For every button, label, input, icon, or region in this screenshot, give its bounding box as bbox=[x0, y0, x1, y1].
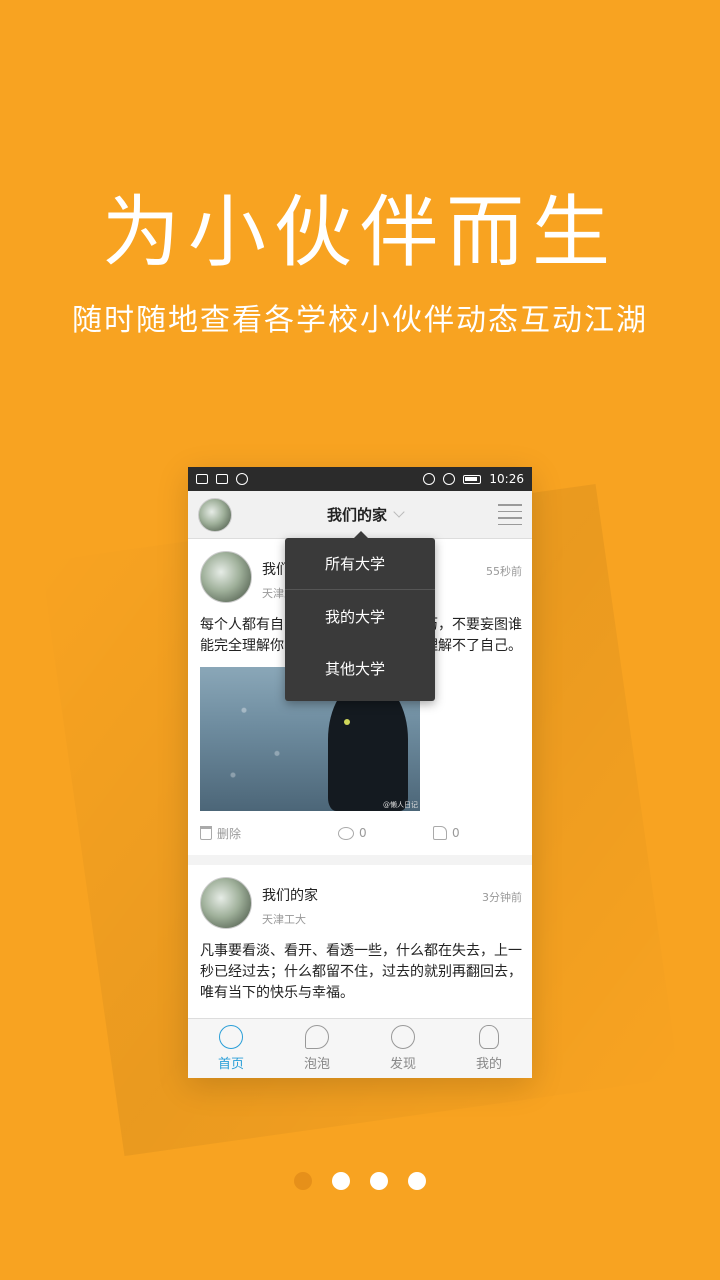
battery-icon bbox=[463, 474, 482, 484]
tab-discover[interactable]: 发现 bbox=[360, 1019, 446, 1078]
status-time: 10:26 bbox=[489, 472, 524, 486]
comment-count: 0 bbox=[359, 826, 367, 840]
delete-label: 删除 bbox=[217, 826, 242, 841]
chevron-down-icon bbox=[393, 506, 405, 518]
university-dropdown-menu: 所有大学 我的大学 其他大学 bbox=[285, 531, 435, 701]
avatar[interactable] bbox=[200, 877, 252, 929]
tab-home[interactable]: 首页 bbox=[188, 1019, 274, 1078]
qr-icon bbox=[196, 474, 208, 484]
channel-selector[interactable]: 我们的家 bbox=[326, 504, 405, 525]
user-icon bbox=[479, 1025, 499, 1049]
avatar[interactable] bbox=[198, 497, 232, 532]
home-wave-icon bbox=[219, 1025, 243, 1049]
comment-icon bbox=[338, 826, 354, 840]
alarm-icon bbox=[423, 473, 436, 485]
search-icon bbox=[391, 1025, 415, 1049]
tab-bubbles[interactable]: 泡泡 bbox=[274, 1019, 360, 1078]
promo-headline: 为小伙伴而生 bbox=[101, 188, 618, 278]
page-title: 我们的家 bbox=[326, 506, 387, 524]
post-card: 我们的家 天津工大 3分钟前 凡事要看淡、看开、看透一些，什么都在失去，上一秒已… bbox=[188, 865, 532, 1004]
delete-button[interactable]: 删除 bbox=[200, 825, 338, 842]
tab-label: 我的 bbox=[475, 1057, 502, 1072]
post-school: 天津工大 bbox=[262, 913, 306, 926]
post-timestamp: 3分钟前 bbox=[482, 891, 522, 904]
tab-mine[interactable]: 我的 bbox=[446, 1019, 532, 1078]
like-button[interactable]: 0 bbox=[433, 826, 460, 840]
menu-item-my-university[interactable]: 我的大学 bbox=[285, 590, 435, 642]
avatar[interactable] bbox=[200, 551, 252, 603]
trash-icon bbox=[200, 826, 212, 840]
page-dot[interactable] bbox=[332, 1172, 350, 1190]
page-dot[interactable] bbox=[408, 1172, 426, 1190]
image-icon bbox=[216, 474, 228, 484]
list-menu-icon[interactable] bbox=[497, 504, 522, 525]
wechat-icon bbox=[236, 473, 248, 485]
menu-item-all-universities[interactable]: 所有大学 bbox=[285, 538, 435, 590]
phone-screenshot: 10:26 我们的家 我们的家 天津工大 55秒前 每个人都有自己的一些不为人知… bbox=[188, 467, 532, 1078]
comment-button[interactable]: 0 bbox=[338, 826, 433, 840]
promo-subline: 随时随地查看各学校小伙伴动态互动江湖 bbox=[72, 303, 648, 338]
post-actions: 删除 0 0 bbox=[200, 811, 522, 855]
tab-label: 首页 bbox=[217, 1057, 244, 1072]
tab-label: 发现 bbox=[389, 1057, 416, 1072]
like-count: 0 bbox=[452, 826, 460, 840]
menu-item-other-universities[interactable]: 其他大学 bbox=[285, 642, 435, 694]
page-indicator bbox=[0, 1172, 720, 1190]
wifi-icon bbox=[443, 473, 456, 485]
bottom-tab-bar: 首页 泡泡 发现 我的 bbox=[188, 1018, 532, 1078]
page-dot[interactable] bbox=[370, 1172, 388, 1190]
post-text: 凡事要看淡、看开、看透一些，什么都在失去，上一秒已经过去；什么都留不住，过去的就… bbox=[200, 943, 522, 1001]
thumbs-up-icon bbox=[433, 826, 447, 840]
status-bar: 10:26 bbox=[188, 467, 532, 491]
image-watermark: @懒人日记 bbox=[383, 801, 418, 809]
tab-label: 泡泡 bbox=[303, 1057, 330, 1072]
page-dot[interactable] bbox=[294, 1172, 312, 1190]
bubble-icon bbox=[305, 1025, 329, 1049]
post-timestamp: 55秒前 bbox=[486, 565, 522, 578]
